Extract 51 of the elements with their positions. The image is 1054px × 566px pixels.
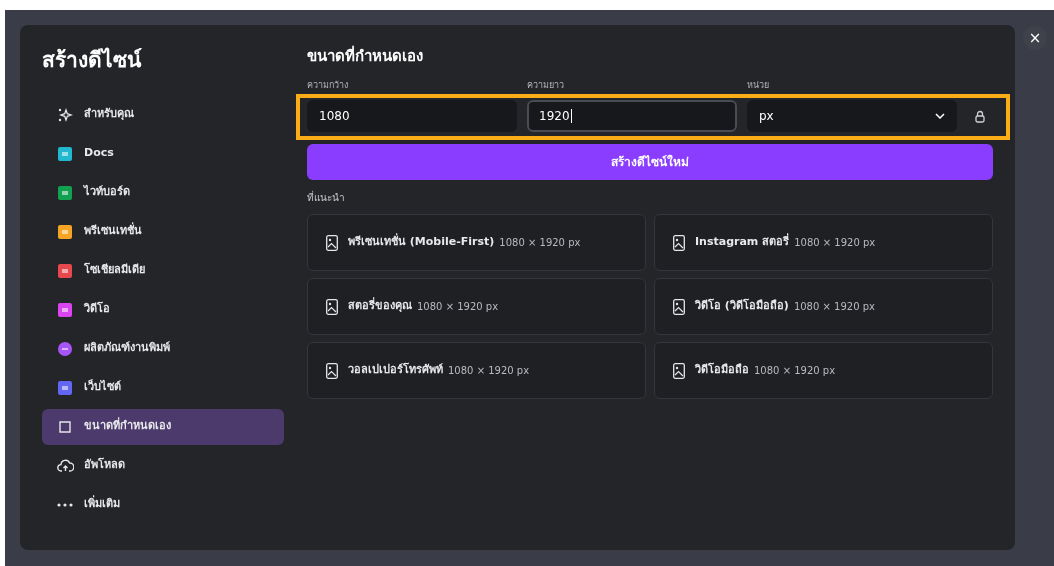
- sidebar-item[interactable]: สำหรับคุณ: [42, 96, 284, 133]
- field-label: ความกว้าง: [307, 81, 349, 90]
- sidebar-item[interactable]: Docs: [42, 135, 284, 172]
- sidebar-item[interactable]: วิดีโอ: [42, 291, 284, 328]
- phone-image-icon: [326, 234, 338, 251]
- chevron-down-icon: [935, 113, 945, 119]
- create-design-button[interactable]: สร้างดีไซน์ใหม่: [307, 144, 993, 180]
- size-text: 1080 × 1920 px: [448, 364, 530, 378]
- sidebar-item[interactable]: อัพโหลด: [42, 447, 284, 484]
- lock-icon[interactable]: [975, 109, 985, 123]
- phone-image-icon: [673, 234, 685, 251]
- phone-image-icon: [326, 298, 338, 315]
- sidebar-item[interactable]: โซเชียลมีเดีย: [42, 252, 284, 289]
- sidebar-item[interactable]: เพิ่มเติม: [42, 486, 284, 523]
- suggestion-name: Instagram สตอรี่: [695, 234, 790, 251]
- section-title: ขนาดที่กำหนดเอง: [307, 45, 424, 67]
- size-text: 1080 × 1920 px: [793, 300, 875, 314]
- more-icon: [57, 502, 73, 507]
- field-label: ความยาว: [527, 81, 565, 90]
- size-text: 1080 × 1920 px: [499, 236, 581, 250]
- sidebar-item[interactable]: ผลิตภัณฑ์งานพิมพ์: [42, 330, 284, 367]
- phone-image-icon: [326, 362, 338, 379]
- size-text: 1080 × 1920 px: [417, 300, 499, 314]
- section-label: ที่แนะนำ: [307, 190, 346, 205]
- input-field[interactable]: 1920: [527, 100, 737, 132]
- sidebar-item[interactable]: พรีเซนเทชั่น: [42, 213, 284, 250]
- suggestion-name: สตอรี่ของคุณ: [348, 298, 412, 315]
- sidebar-item[interactable]: ขนาดที่กำหนดเอง: [42, 408, 284, 445]
- sidebar-item[interactable]: เว็บไซต์: [42, 369, 284, 406]
- resize-icon: [57, 418, 73, 435]
- unit-dropdown[interactable]: px: [747, 100, 957, 132]
- suggestion-name: วิดีโอ (วิดีโอมือถือ): [695, 298, 789, 315]
- sidebar-title: สร้างดีไซน์: [42, 46, 143, 74]
- suggestion-name: พรีเซนเทชั่น (Mobile-First): [348, 234, 495, 251]
- suggestion-name: วอลเปเปอร์โทรศัพท์: [348, 362, 443, 379]
- size-text: 1080 × 1920 px: [754, 364, 836, 378]
- suggestion-name: วิดีโอมือถือ: [695, 362, 749, 379]
- suggestion-card[interactable]: พรีเซนเทชั่น (Mobile-First) 1080 × 1920 px: [307, 214, 646, 271]
- input-field[interactable]: 1080: [307, 100, 517, 132]
- field-label: หน่วย: [747, 81, 770, 90]
- suggestion-card[interactable]: วอลเปเปอร์โทรศัพท์ 1080 × 1920 px: [307, 342, 646, 399]
- sidebar-item[interactable]: ไวท์บอร์ด: [42, 174, 284, 211]
- suggestion-card[interactable]: สตอรี่ของคุณ 1080 × 1920 px: [307, 278, 646, 335]
- suggestion-card[interactable]: Instagram สตอรี่ 1080 × 1920 px: [654, 214, 993, 271]
- phone-image-icon: [673, 298, 685, 315]
- phone-image-icon: [673, 362, 685, 379]
- suggestion-card[interactable]: วิดีโอมือถือ 1080 × 1920 px: [654, 342, 993, 399]
- sparkle-icon: [57, 106, 73, 123]
- suggestion-card[interactable]: วิดีโอ (วิดีโอมือถือ) 1080 × 1920 px: [654, 278, 993, 335]
- size-text: 1080 × 1920 px: [794, 236, 876, 250]
- cloud-upload-icon: [56, 458, 74, 473]
